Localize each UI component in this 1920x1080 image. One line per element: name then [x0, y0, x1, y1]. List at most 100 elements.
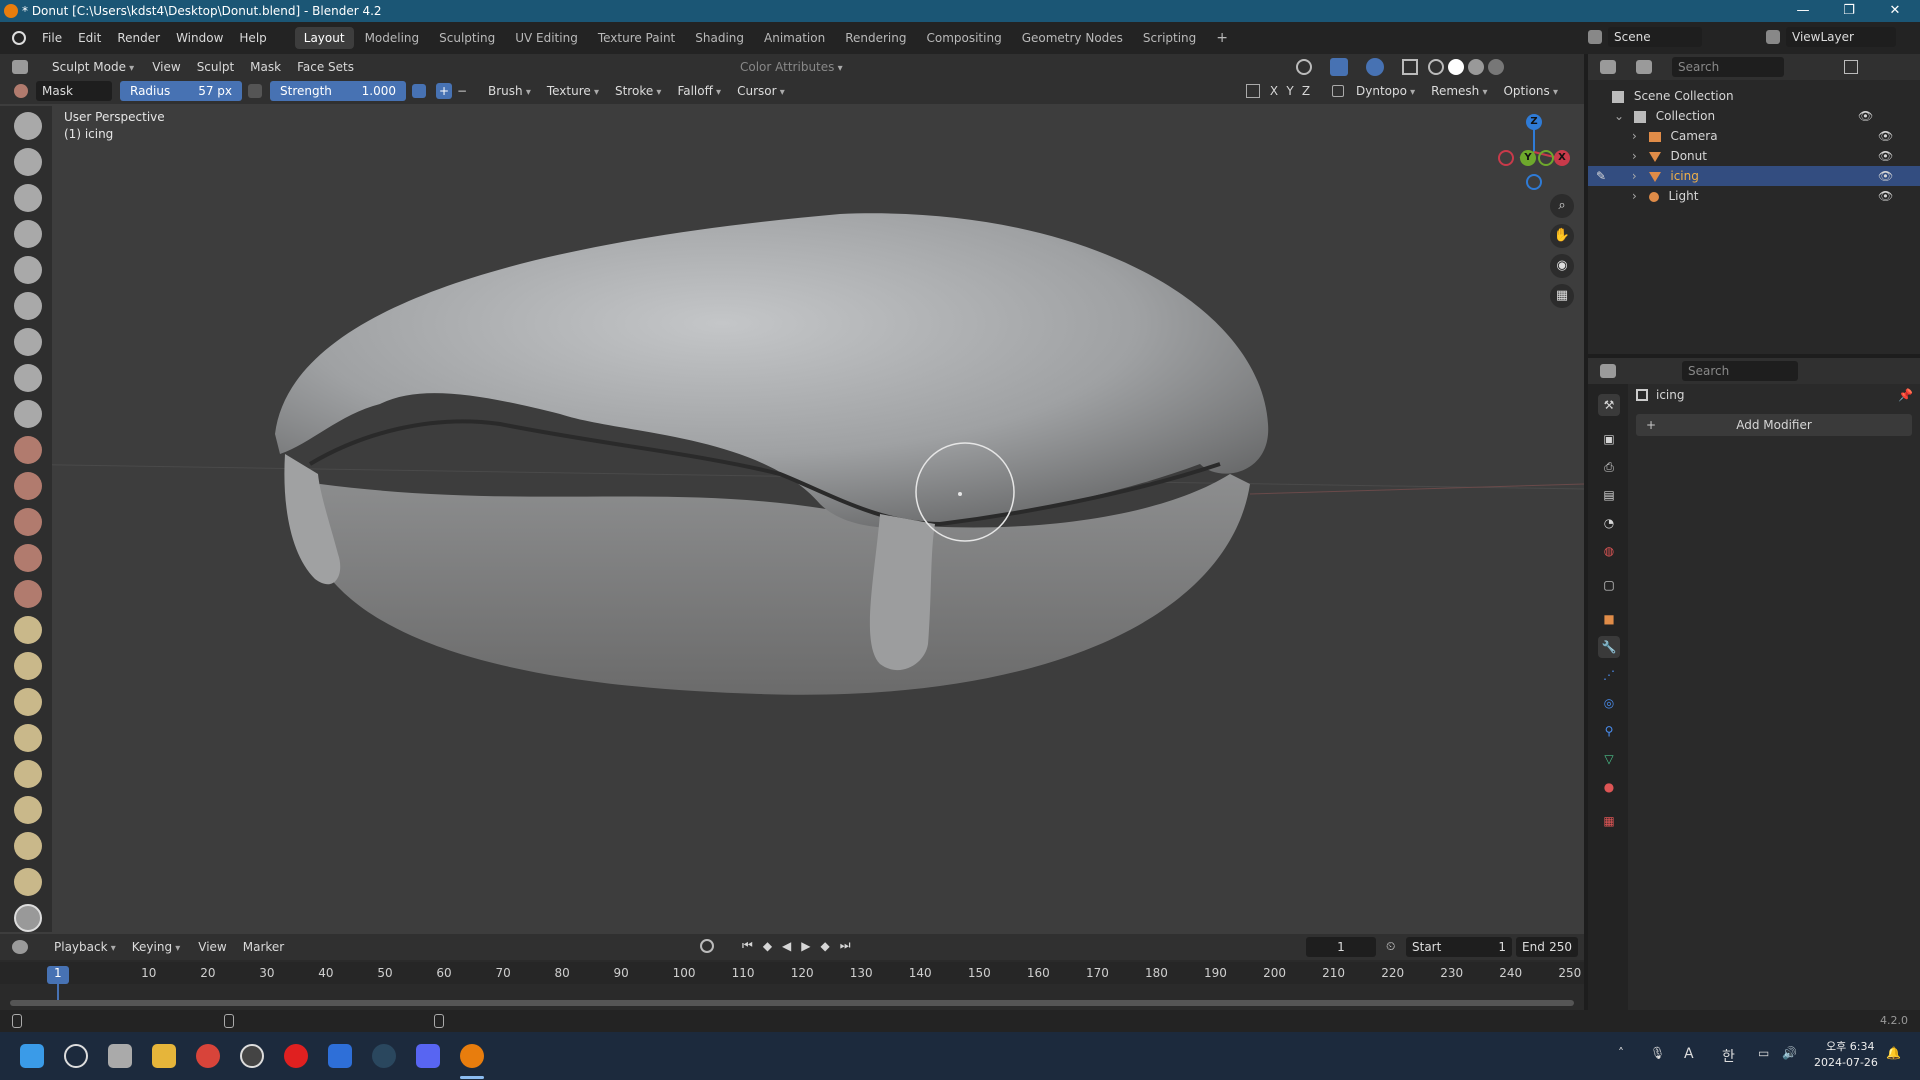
data-icon[interactable]: ▽: [1598, 748, 1620, 770]
strength-slider[interactable]: Strength 1.000: [270, 81, 406, 101]
youtube-music-icon[interactable]: [284, 1044, 308, 1068]
menu-file[interactable]: File: [34, 31, 70, 45]
collection-icon[interactable]: ▢: [1598, 574, 1620, 596]
tab-layout[interactable]: Layout: [294, 27, 354, 49]
brush-icon[interactable]: [14, 84, 28, 98]
outliner-search-input[interactable]: Search: [1672, 57, 1784, 77]
particles-icon[interactable]: ⋰: [1598, 664, 1620, 686]
visibility-eye-icon[interactable]: 👁: [1878, 186, 1893, 206]
visibility-eye-icon[interactable]: 👁: [1878, 126, 1893, 146]
playback-menu[interactable]: Playback: [48, 938, 122, 956]
steam-icon[interactable]: [372, 1044, 396, 1068]
3d-viewport[interactable]: User Perspective (1) icing Z X Y ⌕ ✋ ◉ ▦: [0, 54, 1584, 934]
play-icon[interactable]: ▶: [801, 939, 810, 953]
world-icon[interactable]: ◍: [1598, 540, 1620, 562]
outliner-row-icing[interactable]: ✎ › icing 👁: [1588, 166, 1920, 186]
wireframe-shading-icon[interactable]: [1428, 59, 1444, 75]
subtract-direction-button[interactable]: −: [454, 83, 470, 99]
clock-time[interactable]: 오후 6:34: [1826, 1038, 1874, 1054]
timeline-scrollbar[interactable]: [10, 1000, 1574, 1006]
menu-sculpt[interactable]: Sculpt: [189, 60, 242, 74]
axis-x-toggle[interactable]: X: [1266, 84, 1282, 98]
fill-brush-icon[interactable]: [14, 508, 42, 536]
grab-brush-icon[interactable]: [14, 652, 42, 680]
tab-compositing[interactable]: Compositing: [917, 27, 1010, 49]
axis-y-toggle[interactable]: Y: [1282, 84, 1298, 98]
camera-view-icon[interactable]: ◉: [1550, 254, 1574, 278]
start-frame-field[interactable]: Start 1: [1406, 937, 1512, 957]
scene-selector[interactable]: Scene: [1588, 27, 1702, 47]
outliner-editor-icon[interactable]: [1600, 60, 1616, 74]
constraints-icon[interactable]: ⚲: [1598, 720, 1620, 742]
thumb-brush-icon[interactable]: [14, 760, 42, 788]
render-icon[interactable]: ▣: [1598, 428, 1620, 450]
radius-slider[interactable]: Radius 57 px: [120, 81, 242, 101]
crease-brush-icon[interactable]: [14, 400, 42, 428]
scrape-brush-icon[interactable]: [14, 544, 42, 572]
jump-start-icon[interactable]: ⏮: [742, 938, 753, 953]
perspective-toggle-icon[interactable]: ▦: [1550, 284, 1574, 308]
display-mode-icon[interactable]: [1636, 60, 1652, 74]
visibility-icon[interactable]: [1296, 59, 1312, 75]
next-keyframe-icon[interactable]: ◆: [821, 939, 830, 953]
clock-icon[interactable]: ⏲: [1386, 939, 1395, 954]
material-shading-icon[interactable]: [1468, 59, 1484, 75]
xray-icon[interactable]: [1402, 59, 1418, 75]
clay-thumb-brush-icon[interactable]: [14, 256, 42, 284]
language-label[interactable]: 한: [1722, 1046, 1735, 1066]
gizmo-x[interactable]: X: [1554, 150, 1570, 166]
draw-sharp-brush-icon[interactable]: [14, 148, 42, 176]
maximize-button[interactable]: ❐: [1826, 0, 1872, 22]
gizmo-neg-z[interactable]: [1526, 174, 1542, 190]
tab-scripting[interactable]: Scripting: [1134, 27, 1205, 49]
brush-menu[interactable]: Brush: [482, 82, 537, 100]
pin-icon[interactable]: 📌: [1898, 388, 1913, 402]
remesh-menu[interactable]: Remesh: [1425, 82, 1493, 100]
outliner-row-donut[interactable]: › Donut 👁: [1588, 146, 1920, 166]
close-button[interactable]: ✕: [1872, 0, 1918, 22]
draw-brush-icon[interactable]: [14, 112, 42, 140]
gizmo-y[interactable]: Y: [1520, 150, 1536, 166]
outliner-scene-collection[interactable]: Scene Collection: [1588, 86, 1920, 106]
nudge-brush-icon[interactable]: [14, 832, 42, 860]
gizmo-neg-y[interactable]: [1538, 150, 1554, 166]
brush-name-field[interactable]: Mask: [36, 81, 112, 101]
tab-uv-editing[interactable]: UV Editing: [506, 27, 587, 49]
task-view-icon[interactable]: [108, 1044, 132, 1068]
volume-icon[interactable]: 🔊: [1782, 1046, 1797, 1060]
notification-bell-icon[interactable]: 🔔: [1886, 1046, 1901, 1060]
texture-menu[interactable]: Texture: [541, 82, 605, 100]
visibility-eye-icon[interactable]: 👁: [1858, 106, 1873, 126]
layer-brush-icon[interactable]: [14, 292, 42, 320]
color-attributes-dropdown[interactable]: Color Attributes: [734, 58, 849, 76]
media-player-icon[interactable]: [240, 1044, 264, 1068]
pinch-brush-icon[interactable]: [14, 616, 42, 644]
menu-view[interactable]: View: [144, 60, 188, 74]
windows-start-icon[interactable]: [20, 1044, 44, 1068]
clay-brush-icon[interactable]: [14, 184, 42, 212]
code-editor-icon[interactable]: [328, 1044, 352, 1068]
output-icon[interactable]: ⎙: [1598, 456, 1620, 478]
expand-arrow-icon[interactable]: ›: [1632, 189, 1637, 203]
clay-strips-brush-icon[interactable]: [14, 220, 42, 248]
visibility-eye-icon[interactable]: 👁: [1878, 146, 1893, 166]
overlay-toggle-icon[interactable]: [1366, 58, 1384, 76]
scene-icon[interactable]: ◔: [1598, 512, 1620, 534]
scene-name-field[interactable]: Scene: [1608, 27, 1702, 47]
play-reverse-icon[interactable]: ◀: [782, 939, 791, 953]
outliner-row-light[interactable]: › Light 👁: [1588, 186, 1920, 206]
editor-type-icon[interactable]: [12, 60, 28, 74]
tab-rendering[interactable]: Rendering: [836, 27, 915, 49]
expand-arrow-icon[interactable]: ⌄: [1614, 109, 1624, 123]
current-frame-field[interactable]: 1: [1306, 937, 1376, 957]
blender-taskbar-icon[interactable]: [460, 1044, 484, 1068]
dyntopo-checkbox[interactable]: [1332, 85, 1344, 97]
object-icon[interactable]: ■: [1598, 608, 1620, 630]
physics-icon[interactable]: ◎: [1598, 692, 1620, 714]
search-icon[interactable]: [64, 1044, 88, 1068]
visibility-eye-icon[interactable]: 👁: [1878, 166, 1893, 186]
falloff-menu[interactable]: Falloff: [671, 82, 727, 100]
timeline-view-menu[interactable]: View: [190, 940, 234, 954]
flatten-brush-icon[interactable]: [14, 472, 42, 500]
prev-keyframe-icon[interactable]: ◆: [763, 939, 772, 953]
